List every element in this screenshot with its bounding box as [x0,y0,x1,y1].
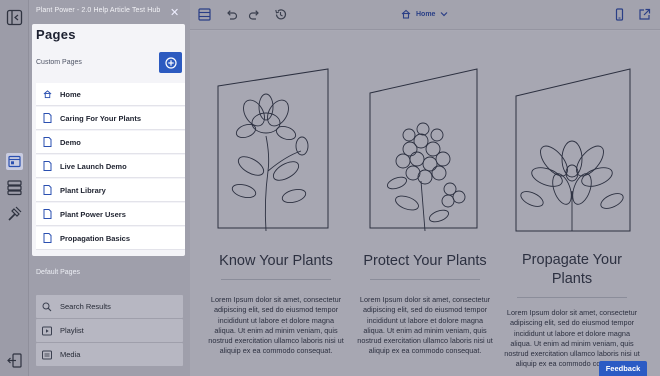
page-item-label: Propagation Basics [60,233,131,243]
flower-illustration [369,68,478,232]
left-rail [0,0,29,376]
custom-pages-box: Pages Custom Pages Home Caring For Your … [32,24,185,256]
flower-illustration [515,68,631,232]
page-item-label: Home [60,89,81,99]
default-pages-label: Default Pages [36,269,80,276]
page-item-label: Media [60,350,81,359]
undo-icon[interactable] [225,8,238,21]
card-body: Lorem Ipsum dolor sit amet, consectetur … [208,295,344,356]
page-item-playlist[interactable]: Playlist [36,319,183,342]
page-icon [43,113,52,123]
page-item-media[interactable]: Media [36,343,183,366]
page-icon [43,161,52,171]
home-icon [43,90,52,99]
history-icon[interactable] [274,8,287,21]
home-icon [401,9,411,19]
page-item-search-results[interactable]: Search Results [36,295,183,318]
page-icon [43,185,52,195]
exit-icon[interactable] [6,352,23,369]
top-toolbar: Home [190,0,660,30]
custom-pages-list: Home Caring For Your Plants Demo Live La… [36,83,185,251]
media-icon [42,350,52,359]
divider [221,279,331,280]
add-page-button[interactable] [159,52,182,73]
close-icon[interactable]: ✕ [170,8,179,19]
app-title: Plant Power - 2.0 Help Article Test Hub [36,7,161,14]
divider [517,297,627,298]
page-item-label: Caring For Your Plants [60,113,141,123]
redo-icon[interactable] [248,8,261,21]
chevron-down-icon [441,12,448,17]
page-item-label: Plant Library [60,185,106,195]
page-icon [43,209,52,219]
pages-panel: Plant Power - 2.0 Help Article Test Hub … [29,0,190,376]
page-selector-label: Home [416,10,436,18]
page-icon [43,233,52,243]
page-item-propagation-basics[interactable]: Propagation Basics [36,227,185,250]
layout-icon[interactable] [198,8,211,21]
page-item-label: Live Launch Demo [60,161,127,171]
card-body: Lorem Ipsum dolor sit amet, consectetur … [357,295,493,356]
page-item-label: Plant Power Users [60,209,126,219]
card-title: Know Your Plants [219,253,333,269]
search-icon [42,302,52,311]
page-item-live-launch-demo[interactable]: Live Launch Demo [36,155,185,178]
page-item-label: Playlist [60,326,84,335]
design-tools-icon[interactable] [6,205,23,222]
page-selector[interactable]: Home [401,9,448,19]
sections-icon[interactable] [6,179,23,196]
page-item-label: Search Results [60,302,111,311]
external-link-icon[interactable] [638,8,651,21]
page-item-label: Demo [60,137,81,147]
card-title: Propagate Your Plants [522,252,622,287]
mobile-preview-icon[interactable] [613,8,626,21]
page-preview: Know Your Plants Lorem Ipsum dolor sit a… [190,31,660,376]
close-panel-icon[interactable] [6,9,23,26]
feedback-button[interactable]: Feedback [599,361,647,376]
page-item-plant-power-users[interactable]: Plant Power Users [36,203,185,226]
panel-title: Pages [36,27,76,42]
plus-circle-icon [164,56,177,69]
playlist-icon [42,326,52,335]
page-item-plant-library[interactable]: Plant Library [36,179,185,202]
page-item-caring[interactable]: Caring For Your Plants [36,107,185,130]
page-item-demo[interactable]: Demo [36,131,185,154]
custom-pages-label: Custom Pages [36,59,82,66]
default-pages-list: Search Results Playlist Media [36,295,183,367]
page-item-home[interactable]: Home [36,83,185,106]
divider [370,279,480,280]
page-icon [43,137,52,147]
card-title: Protect Your Plants [363,253,487,269]
pages-icon[interactable] [6,153,23,170]
flower-illustration [217,68,329,232]
